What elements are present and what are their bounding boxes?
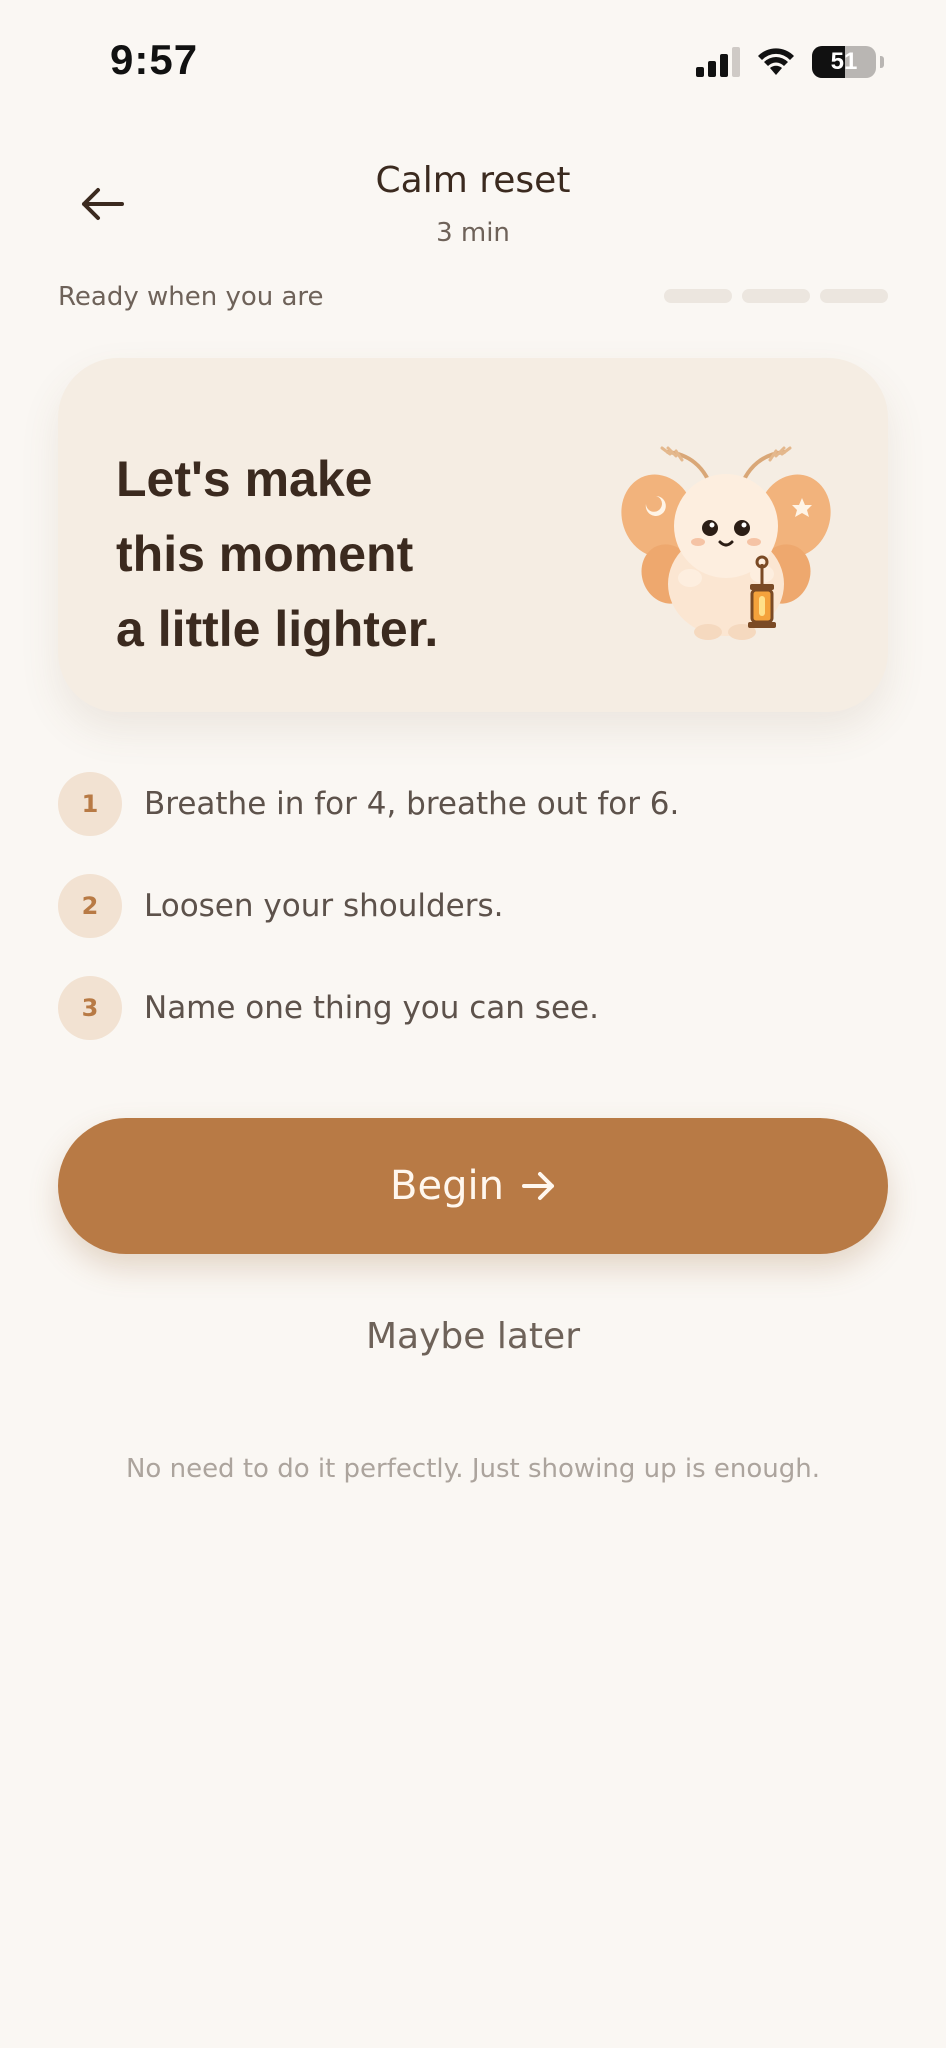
progress-segment: [820, 289, 888, 303]
page-title: Calm reset: [375, 160, 571, 201]
hero-line: a little lighter.: [116, 601, 439, 657]
status-icons: 51: [696, 46, 884, 78]
step-number-badge: 2: [58, 874, 122, 938]
begin-label: Begin: [390, 1163, 504, 1209]
signal-icon: [696, 47, 740, 77]
step-text: Name one thing you can see.: [144, 990, 599, 1026]
duration-label: 3 min: [436, 218, 510, 248]
hero-line: this moment: [116, 526, 414, 582]
steps-list: 1 Breathe in for 4, breathe out for 6. 2…: [58, 772, 888, 1078]
wifi-icon: [758, 48, 794, 75]
battery-icon: 51: [812, 46, 876, 78]
footer-note: No need to do it perfectly. Just showing…: [125, 1454, 821, 1484]
step-text: Loosen your shoulders.: [144, 888, 504, 924]
battery-level: 51: [830, 48, 858, 75]
progress-indicator: [664, 289, 888, 303]
arrow-right-icon: [521, 1172, 554, 1200]
progress-segment: [742, 289, 810, 303]
ready-label: Ready when you are: [58, 282, 324, 312]
status-bar: 9:57 51: [0, 0, 946, 120]
list-item: 3 Name one thing you can see.: [58, 976, 888, 1040]
maybe-later-button[interactable]: Maybe later: [0, 1316, 946, 1357]
status-time: 9:57: [110, 36, 199, 83]
list-item: 2 Loosen your shoulders.: [58, 874, 888, 938]
begin-button[interactable]: Begin: [58, 1118, 888, 1254]
hero-line: Let's make: [116, 451, 373, 507]
list-item: 1 Breathe in for 4, breathe out for 6.: [58, 772, 888, 836]
step-text: Breathe in for 4, breathe out for 6.: [144, 786, 680, 822]
progress-segment: [664, 289, 732, 303]
moth-mascot-illustration: [621, 446, 831, 640]
step-number-badge: 1: [58, 772, 122, 836]
step-number-badge: 3: [58, 976, 122, 1040]
hero-heading: Let's make this moment a little lighter.: [116, 442, 536, 667]
hero-card: Let's make this moment a little lighter.: [58, 358, 888, 712]
